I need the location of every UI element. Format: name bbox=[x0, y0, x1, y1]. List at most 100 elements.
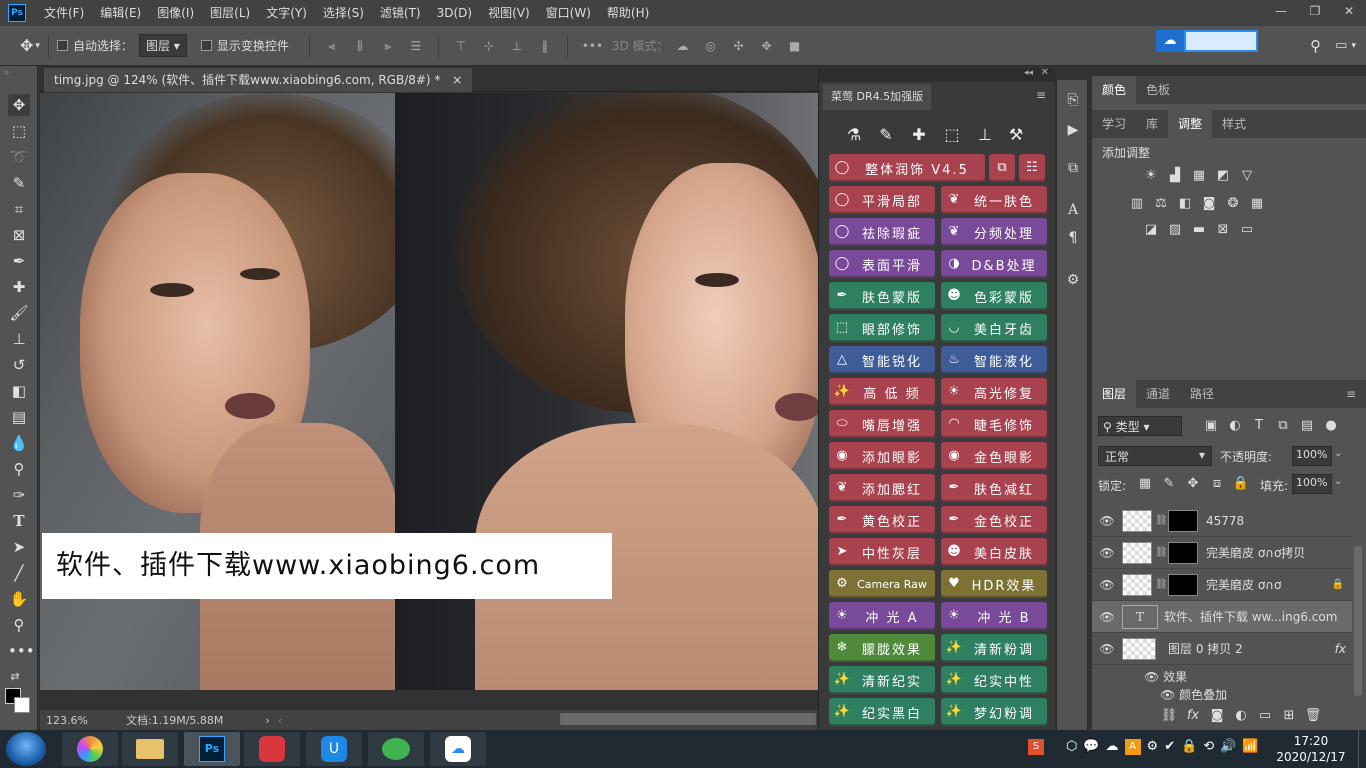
align-right-icon[interactable]: ⫸ bbox=[380, 39, 396, 53]
filter-pixel-icon[interactable]: ▣ bbox=[1200, 416, 1222, 436]
quick-select-tool-icon[interactable]: ✎ bbox=[8, 172, 30, 194]
plugin-button[interactable]: ♨ 智能液化 bbox=[941, 346, 1047, 374]
gradient-map-icon[interactable]: ▭ bbox=[1236, 220, 1258, 240]
lock-transparent-icon[interactable]: ▦ bbox=[1134, 474, 1156, 494]
hue-icon[interactable]: ▥ bbox=[1126, 194, 1148, 214]
properties-icon[interactable]: ⧉ bbox=[1063, 158, 1083, 178]
layer-filter-dropdown[interactable]: ⚲ 类型 ▾ bbox=[1098, 416, 1182, 436]
link-layers-icon[interactable]: ⛓ bbox=[1158, 706, 1180, 726]
fill-chevron-icon[interactable]: ⌄ bbox=[1334, 476, 1342, 487]
tab-paths[interactable]: 路径 bbox=[1180, 380, 1224, 408]
close-tab-icon[interactable]: × bbox=[452, 73, 462, 87]
plugin-button[interactable]: ◯ 平滑局部 bbox=[829, 186, 935, 214]
more-icon[interactable]: ••• bbox=[582, 39, 603, 53]
auto-select-checkbox[interactable] bbox=[56, 40, 68, 51]
tray-cube-icon[interactable]: ⬡ bbox=[1066, 739, 1077, 755]
overall-retouch-button[interactable]: ◯ 整体润饰 V4.5 bbox=[829, 154, 985, 182]
taskbar-clock[interactable]: 17:20 2020/12/17 bbox=[1276, 732, 1346, 766]
plugin-tool-clone-icon[interactable]: ⚒ bbox=[1005, 124, 1027, 146]
plugin-title[interactable]: 菜莺 DR4.5加强版 bbox=[823, 84, 932, 110]
layer-row[interactable]: 👁 ⛓ 完美磨皮 ơ∩ơ拷贝 bbox=[1092, 537, 1352, 569]
workspace-chevron-icon[interactable]: ▾ bbox=[1351, 41, 1356, 51]
threshold-icon[interactable]: ▬ bbox=[1188, 220, 1210, 240]
chevron-down-icon[interactable]: ▾ bbox=[35, 41, 40, 51]
align-center-icon[interactable]: ⫼ bbox=[352, 39, 368, 53]
curves-icon[interactable]: ▦ bbox=[1188, 166, 1210, 186]
document-tab[interactable]: timg.jpg @ 124% (软件、插件下载www.xiaobing6.co… bbox=[44, 68, 473, 92]
type-tool-icon[interactable]: T bbox=[8, 510, 30, 532]
menu-file[interactable]: 文件(F) bbox=[36, 0, 92, 26]
link-chain-icon[interactable]: ⛓ bbox=[1155, 515, 1168, 526]
plugin-button[interactable]: ✒ 黄色校正 bbox=[829, 506, 935, 534]
orbit-3d-icon[interactable]: ☁ bbox=[675, 39, 691, 53]
new-adjustment-icon[interactable]: ◐ bbox=[1230, 706, 1252, 726]
brush-tool-icon[interactable]: 🖌 bbox=[8, 302, 30, 324]
invert-icon[interactable]: ◪ bbox=[1140, 220, 1162, 240]
plugin-button[interactable]: ◡ 美白牙齿 bbox=[941, 314, 1047, 342]
taskbar-app-cloud-icon[interactable]: ☁ bbox=[430, 732, 486, 766]
lock-image-icon[interactable]: ✎ bbox=[1158, 474, 1180, 494]
tab-channels[interactable]: 通道 bbox=[1136, 380, 1180, 408]
layer-mask-thumbnail[interactable] bbox=[1168, 509, 1198, 532]
opacity-input[interactable]: 100% bbox=[1292, 446, 1332, 466]
more-tools-icon[interactable]: ••• bbox=[8, 640, 35, 662]
lock-position-icon[interactable]: ✥ bbox=[1182, 474, 1204, 494]
workspace-icon[interactable]: ▭ bbox=[1335, 38, 1347, 53]
tab-styles[interactable]: 样式 bbox=[1212, 110, 1256, 138]
visibility-eye-icon[interactable]: 👁 bbox=[1092, 514, 1122, 528]
filter-toggle-icon[interactable]: ● bbox=[1320, 416, 1342, 436]
plugin-button[interactable]: ◑ D&B处理 bbox=[941, 250, 1047, 278]
visibility-eye-icon[interactable]: 👁 bbox=[1092, 642, 1122, 656]
plugin-tool-brush-icon[interactable]: ⚗ bbox=[843, 124, 865, 146]
plugin-button[interactable]: ❦ 统一肤色 bbox=[941, 186, 1047, 214]
tab-swatches[interactable]: 色板 bbox=[1136, 76, 1180, 104]
photo-filter-icon[interactable]: ◙ bbox=[1198, 194, 1220, 214]
drag-3d-icon[interactable]: ✣ bbox=[731, 39, 747, 53]
canvas[interactable] bbox=[40, 93, 818, 690]
healing-tool-icon[interactable]: ✚ bbox=[8, 276, 30, 298]
marquee-tool-icon[interactable]: ⬚ bbox=[8, 120, 30, 142]
plugin-button[interactable]: ☀ 冲 光 B bbox=[941, 602, 1047, 630]
layer-mask-thumbnail[interactable] bbox=[1168, 573, 1198, 596]
zoom-tool-icon[interactable]: ⚲ bbox=[8, 614, 30, 636]
horizontal-scrollbar[interactable] bbox=[560, 713, 816, 725]
effect-item-row[interactable]: 👁 颜色叠加 bbox=[1160, 686, 1227, 703]
align-bottom-icon[interactable]: ⊥ bbox=[509, 39, 525, 53]
balance-icon[interactable]: ⚖ bbox=[1150, 194, 1172, 214]
dodge-tool-icon[interactable]: ⚲ bbox=[8, 458, 30, 480]
tab-color[interactable]: 颜色 bbox=[1092, 76, 1137, 104]
menu-image[interactable]: 图像(I) bbox=[149, 0, 202, 26]
plugin-button[interactable]: ✨ 纪实黑白 bbox=[829, 698, 935, 726]
taskbar-app-red-icon[interactable] bbox=[244, 732, 300, 766]
new-layer-icon[interactable]: ⊞ bbox=[1278, 706, 1300, 726]
tab-layers[interactable]: 图层 bbox=[1092, 380, 1137, 408]
plugin-button[interactable]: ☻ 色彩蒙版 bbox=[941, 282, 1047, 310]
menu-layer[interactable]: 图层(L) bbox=[202, 0, 258, 26]
plugin-button[interactable]: ♥ HDR效果 bbox=[941, 570, 1047, 598]
visibility-eye-icon[interactable]: 👁 bbox=[1092, 546, 1122, 560]
tray-wechat-icon[interactable]: 💬 bbox=[1083, 739, 1099, 755]
collapse-icon[interactable]: » bbox=[4, 68, 10, 78]
cloud-field[interactable] bbox=[1186, 32, 1256, 50]
plugin-button[interactable]: ⬚ 眼部修饰 bbox=[829, 314, 935, 342]
tray-cloud-icon[interactable]: ☁ bbox=[1106, 739, 1119, 755]
panel-menu-icon[interactable]: ≡ bbox=[1036, 88, 1046, 102]
tab-library[interactable]: 库 bbox=[1136, 110, 1168, 138]
show-transform-checkbox[interactable] bbox=[200, 40, 212, 51]
cloud-widget[interactable]: ☁ bbox=[1156, 30, 1258, 52]
stamp-tool-icon[interactable]: ⊥ bbox=[8, 328, 30, 350]
actions-play-icon[interactable]: ▶ bbox=[1063, 120, 1083, 140]
swap-colors-icon[interactable]: ⇄ bbox=[4, 666, 26, 688]
distribute-icon[interactable]: ☰ bbox=[408, 39, 424, 53]
frame-tool-icon[interactable]: ⊠ bbox=[8, 224, 30, 246]
plugin-button[interactable]: ❦ 添加腮红 bbox=[829, 474, 935, 502]
plugin-button[interactable]: ☀ 冲 光 A bbox=[829, 602, 935, 630]
plugin-button[interactable]: ⚙ Camera Raw bbox=[829, 570, 935, 598]
plugin-button[interactable]: ◉ 添加眼影 bbox=[829, 442, 935, 470]
scroll-left-icon[interactable]: ‹ bbox=[278, 714, 282, 727]
lasso-tool-icon[interactable]: ➰ bbox=[8, 146, 30, 168]
plugin-button[interactable]: ✨ 清新粉调 bbox=[941, 634, 1047, 662]
layer-row[interactable]: 👁 图层 0 拷贝 2 fx bbox=[1092, 633, 1352, 665]
layer-row[interactable]: 👁 ⛓ 45778 bbox=[1092, 505, 1352, 537]
show-desktop-button[interactable] bbox=[1358, 730, 1366, 768]
